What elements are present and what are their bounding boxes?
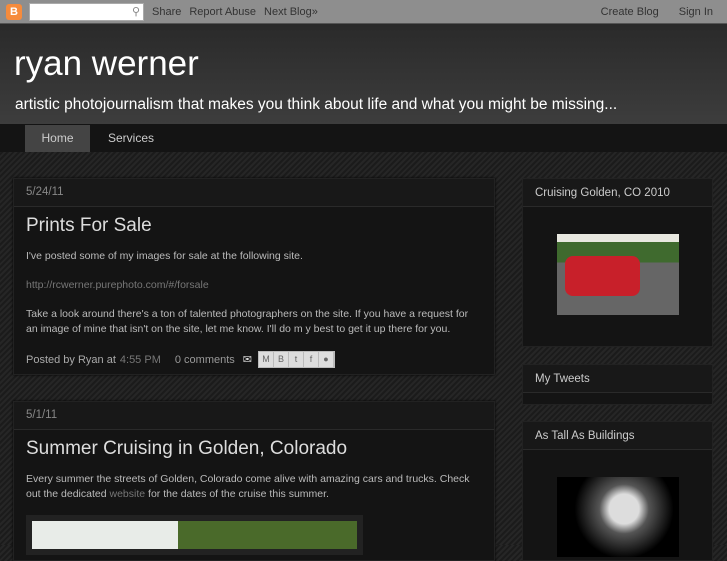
post-title[interactable]: Prints For Sale [26, 215, 482, 237]
post-paragraph: Take a look around there's a ton of tale… [26, 308, 469, 335]
posted-by: Posted by Ryan at [26, 353, 116, 366]
blog-title[interactable]: ryan werner [14, 44, 199, 84]
sidebar-widget: My Tweets [522, 364, 713, 405]
widget-title: As Tall As Buildings [523, 422, 712, 450]
blogger-share-icon[interactable]: B [274, 352, 289, 367]
post-date: 5/24/11 [14, 179, 494, 207]
buzz-share-icon[interactable]: ● [319, 352, 334, 367]
band-photo[interactable] [557, 477, 679, 557]
blog-description: artistic photojournalism that makes you … [15, 96, 618, 113]
post-link[interactable]: http://rcwerner.purephoto.com/#/forsale [26, 278, 482, 293]
blog-post: 5/24/11 Prints For Sale I've posted some… [13, 178, 495, 375]
sidebar-widget: Cruising Golden, CO 2010 [522, 178, 713, 347]
widget-title: My Tweets [523, 365, 712, 393]
facebook-share-icon[interactable]: f [304, 352, 319, 367]
post-photo-frame [26, 515, 363, 555]
email-post-icon[interactable]: ✉ [243, 353, 252, 366]
sidebar-widget: As Tall As Buildings [522, 421, 713, 561]
post-time-link[interactable]: 4:55 PM [120, 354, 161, 366]
blogger-logo-icon[interactable]: B [6, 3, 22, 20]
post-date: 5/1/11 [14, 402, 494, 430]
car-shape [565, 256, 640, 296]
car-photo[interactable] [557, 234, 679, 315]
tab-services[interactable]: Services [91, 125, 171, 152]
create-blog-link[interactable]: Create Blog [601, 6, 659, 18]
page-tabs: Home Services [0, 124, 727, 152]
widget-title: Cruising Golden, CO 2010 [523, 179, 712, 207]
post-body: I've posted some of my images for sale a… [26, 249, 482, 337]
sign-in-link[interactable]: Sign In [679, 6, 713, 18]
blogger-navbar: B ⚲ Share Report Abuse Next Blog» Create… [0, 0, 727, 24]
blog-header: ryan werner artistic photojournalism tha… [0, 24, 727, 124]
share-buttons: M B t f ● [258, 351, 335, 368]
post-paragraph: I've posted some of my images for sale a… [26, 250, 303, 262]
post-paragraph: for the dates of the cruise this summer. [148, 488, 329, 500]
post-title[interactable]: Summer Cruising in Golden, Colorado [26, 438, 482, 460]
gmail-share-icon[interactable]: M [259, 352, 274, 367]
twitter-share-icon[interactable]: t [289, 352, 304, 367]
tab-home[interactable]: Home [25, 125, 90, 152]
share-link[interactable]: Share [152, 6, 181, 18]
blog-post: 5/1/11 Summer Cruising in Golden, Colora… [13, 401, 495, 561]
search-icon[interactable]: ⚲ [132, 5, 140, 18]
website-link[interactable]: website [110, 488, 146, 500]
post-footer: Posted by Ryan at 4:55 PM 0 comments ✉ M… [26, 351, 482, 368]
report-abuse-link[interactable]: Report Abuse [189, 6, 256, 18]
post-body: Every summer the streets of Golden, Colo… [26, 472, 482, 502]
search-input[interactable]: ⚲ [29, 2, 144, 21]
next-blog-link[interactable]: Next Blog» [264, 6, 318, 18]
comments-link[interactable]: 0 comments [175, 354, 235, 366]
